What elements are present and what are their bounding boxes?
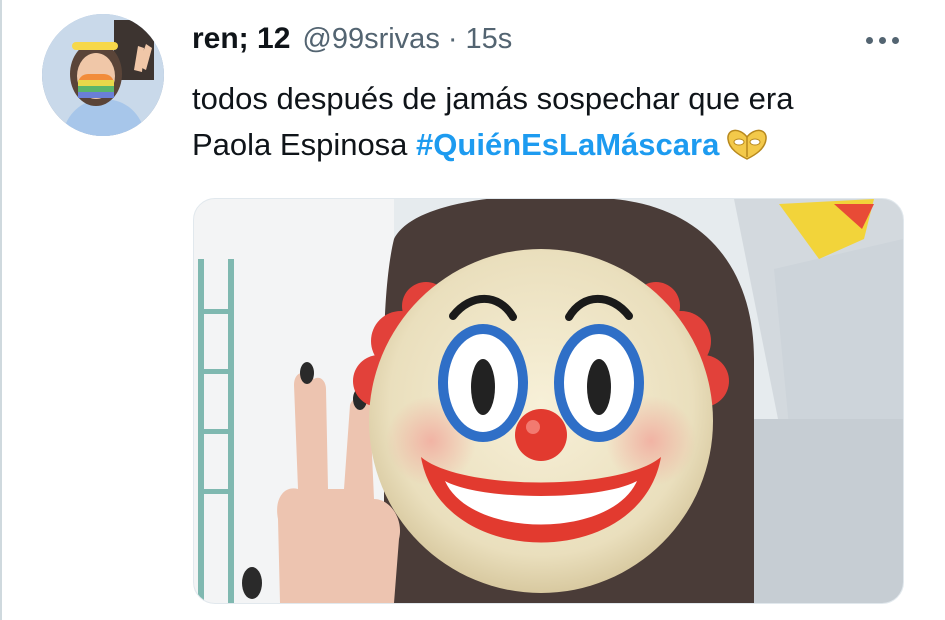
timestamp[interactable]: 15s: [466, 23, 513, 56]
butterfly-mask-emoji-icon: [725, 127, 769, 161]
timeline-border: [0, 0, 2, 620]
tweet-card[interactable]: ren; 12 @99srivas · 15s todos después de…: [0, 0, 945, 620]
tweet-header: ren; 12 @99srivas · 15s: [192, 22, 512, 62]
user-handle[interactable]: @99srivas: [302, 23, 439, 56]
tweet-text: todos después de jamás sospechar que era…: [192, 76, 912, 168]
avatar-photo: [42, 14, 164, 136]
separator-dot: ·: [447, 23, 458, 55]
avatar[interactable]: [42, 14, 164, 136]
hashtag-link[interactable]: #QuiénEsLaMáscara: [416, 127, 719, 162]
display-name[interactable]: ren; 12: [192, 22, 290, 56]
more-options-button[interactable]: [860, 26, 904, 54]
more-horizontal-icon-dot: [878, 36, 886, 44]
tweet-media-image[interactable]: [193, 198, 904, 604]
tweet-text-line2: Paola Espinosa: [192, 127, 417, 162]
tweet-text-line1: todos después de jamás sospechar que era: [192, 81, 794, 116]
more-horizontal-icon: [865, 36, 873, 44]
selfie-with-clown-emoji-face-icon: [194, 199, 903, 603]
more-horizontal-icon-dot: [891, 36, 899, 44]
